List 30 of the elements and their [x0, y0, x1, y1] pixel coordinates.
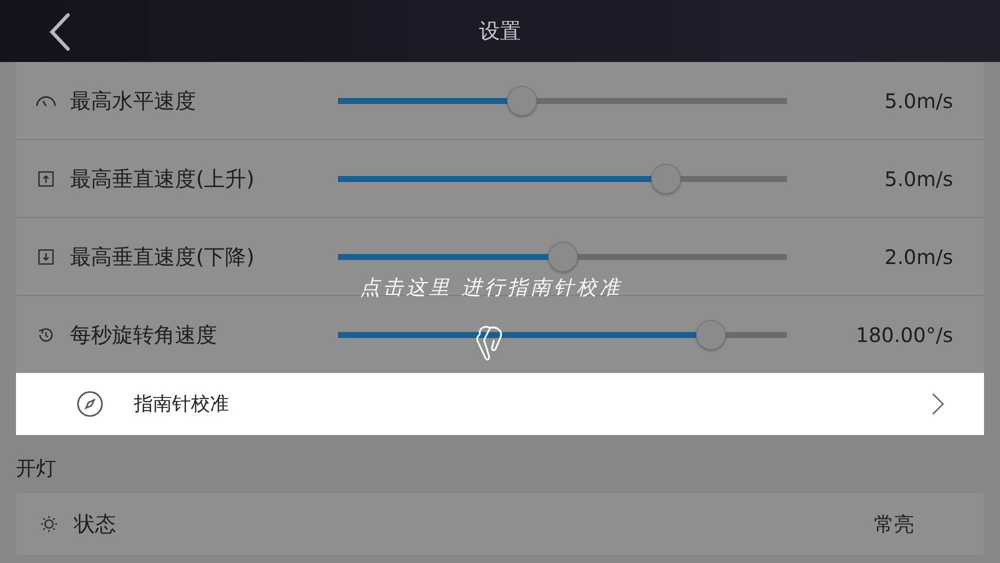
- setting-label: 最高垂直速度(上升): [70, 166, 256, 192]
- speed-value: 180.00°/s: [856, 322, 954, 346]
- setting-value: 常亮: [874, 510, 914, 538]
- slider-thumb[interactable]: [507, 86, 538, 116]
- upload-icon: [38, 170, 54, 186]
- speed-value: 5.0m/s: [884, 88, 954, 112]
- compass-calibration-row[interactable]: 指南针校准: [16, 373, 984, 435]
- speed-slider[interactable]: [338, 242, 787, 272]
- speed-value: 5.0m/s: [884, 166, 954, 190]
- setting-label: 最高水平速度: [70, 88, 197, 114]
- speed-value: 2.0m/s: [884, 244, 954, 268]
- section-title: 开灯: [15, 455, 57, 482]
- setting-row[interactable]: 状态 常亮: [16, 493, 984, 555]
- setting-label: 每秒旋转角速度: [70, 322, 218, 348]
- slider-thumb[interactable]: [650, 164, 681, 194]
- setting-label: 最高垂直速度(下降): [70, 244, 256, 270]
- hint-text: 点击这里 进行指南针校准: [360, 274, 622, 301]
- rotate-icon: [37, 326, 55, 344]
- gauge-icon: [35, 94, 57, 106]
- screen-title: 设置: [479, 18, 521, 45]
- speed-slider[interactable]: [338, 320, 787, 350]
- compass-icon: [76, 390, 104, 418]
- speed-slider[interactable]: [338, 164, 787, 194]
- sun-icon: [40, 515, 58, 533]
- download-icon: [38, 248, 54, 264]
- setting-label: 状态: [74, 511, 117, 538]
- slider-thumb[interactable]: [696, 320, 726, 350]
- speed-slider[interactable]: [338, 86, 787, 116]
- slider-thumb[interactable]: [548, 242, 578, 272]
- chevron-right-icon: [932, 393, 944, 415]
